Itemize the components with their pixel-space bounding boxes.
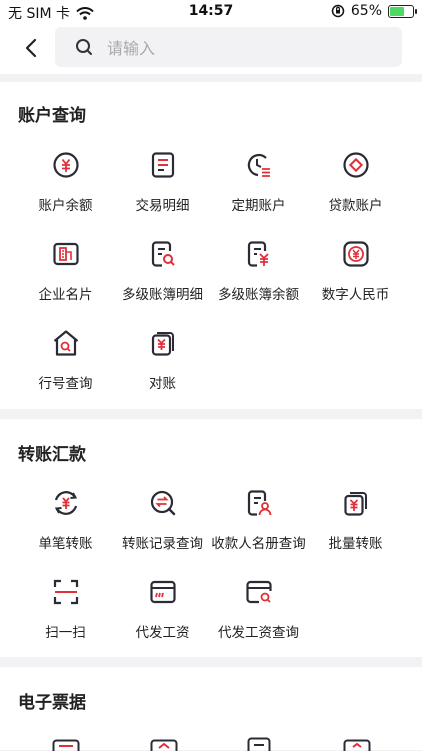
item-label: 代发工资查询 xyxy=(206,621,311,641)
item-label: 账户余额 xyxy=(13,194,118,214)
bank-search-icon xyxy=(51,328,81,358)
bill-icon xyxy=(150,739,178,751)
item-label: 交易明细 xyxy=(110,194,215,214)
item-label: 行号查询 xyxy=(13,372,118,392)
item-label: 企业名片 xyxy=(13,283,118,303)
section-title: 转账汇款 xyxy=(18,440,86,465)
item-multi-ledger-balance[interactable]: 多级账簿余额 xyxy=(206,239,311,303)
header-bar: 请输入 xyxy=(0,24,422,74)
ledger-yuan-icon xyxy=(244,239,274,269)
section-title: 账户查询 xyxy=(18,101,86,126)
reconcile-icon xyxy=(148,328,178,358)
item-transaction-detail[interactable]: 交易明细 xyxy=(110,150,215,214)
item-label: 多级账簿明细 xyxy=(110,283,215,303)
bill-icon xyxy=(343,739,371,751)
bill-icon xyxy=(52,739,80,751)
item-label: 代发工资 xyxy=(110,621,215,641)
document-list-icon xyxy=(148,150,178,180)
search-placeholder: 请输入 xyxy=(107,35,155,59)
payroll-icon xyxy=(148,577,178,607)
item-digital-rmb[interactable]: 数字人民币 xyxy=(303,239,408,303)
bill-icon xyxy=(247,737,271,751)
clock-list-icon xyxy=(244,150,274,180)
item-fixed-account[interactable]: 定期账户 xyxy=(206,150,311,214)
item-label: 数字人民币 xyxy=(303,283,408,303)
search-icon xyxy=(75,38,93,56)
item-business-card[interactable]: 企业名片 xyxy=(13,239,118,303)
digital-yuan-icon xyxy=(341,239,371,269)
item-label: 批量转账 xyxy=(303,532,408,552)
item-loan-account[interactable]: 贷款账户 xyxy=(303,150,408,214)
item-reconcile[interactable]: 对账 xyxy=(110,328,215,392)
item-batch-transfer[interactable]: 批量转账 xyxy=(303,488,408,552)
item-multi-ledger-detail[interactable]: 多级账簿明细 xyxy=(110,239,215,303)
section-e-bills: 电子票据 xyxy=(0,667,422,750)
search-input[interactable]: 请输入 xyxy=(55,27,402,67)
status-right: 65% xyxy=(331,3,414,19)
item-label: 贷款账户 xyxy=(303,194,408,214)
item-payroll[interactable]: 代发工资 xyxy=(110,577,215,641)
item-label: 定期账户 xyxy=(206,194,311,214)
back-arrow-icon[interactable] xyxy=(20,36,44,60)
diamond-circle-icon xyxy=(341,150,371,180)
orientation-lock-icon xyxy=(331,4,345,18)
item-transfer-record-query[interactable]: 转账记录查询 xyxy=(110,488,215,552)
item-scan[interactable]: 扫一扫 xyxy=(13,577,118,641)
item-account-balance[interactable]: 账户余额 xyxy=(13,150,118,214)
item-label: 收款人名册查询 xyxy=(206,532,311,552)
yuan-circle-icon xyxy=(51,150,81,180)
payroll-search-icon xyxy=(244,577,274,607)
item-bank-code-query[interactable]: 行号查询 xyxy=(13,328,118,392)
battery-percent: 65% xyxy=(351,3,382,19)
scan-icon xyxy=(51,577,81,607)
payee-roster-icon xyxy=(244,488,274,518)
battery-icon xyxy=(388,5,414,18)
transfer-record-icon xyxy=(148,488,178,518)
item-label: 单笔转账 xyxy=(13,532,118,552)
item-label: 扫一扫 xyxy=(13,621,118,641)
batch-transfer-icon xyxy=(341,488,371,518)
yuan-transfer-icon xyxy=(51,488,81,518)
item-single-transfer[interactable]: 单笔转账 xyxy=(13,488,118,552)
business-card-icon xyxy=(51,239,81,269)
item-label: 转账记录查询 xyxy=(110,532,215,552)
item-payroll-query[interactable]: 代发工资查询 xyxy=(206,577,311,641)
item-label: 对账 xyxy=(110,372,215,392)
item-label: 多级账簿余额 xyxy=(206,283,311,303)
ledger-search-icon xyxy=(148,239,178,269)
section-title: 电子票据 xyxy=(18,688,86,713)
status-bar: 无 SIM 卡 14:57 65% xyxy=(0,0,422,24)
item-payee-roster-query[interactable]: 收款人名册查询 xyxy=(206,488,311,552)
